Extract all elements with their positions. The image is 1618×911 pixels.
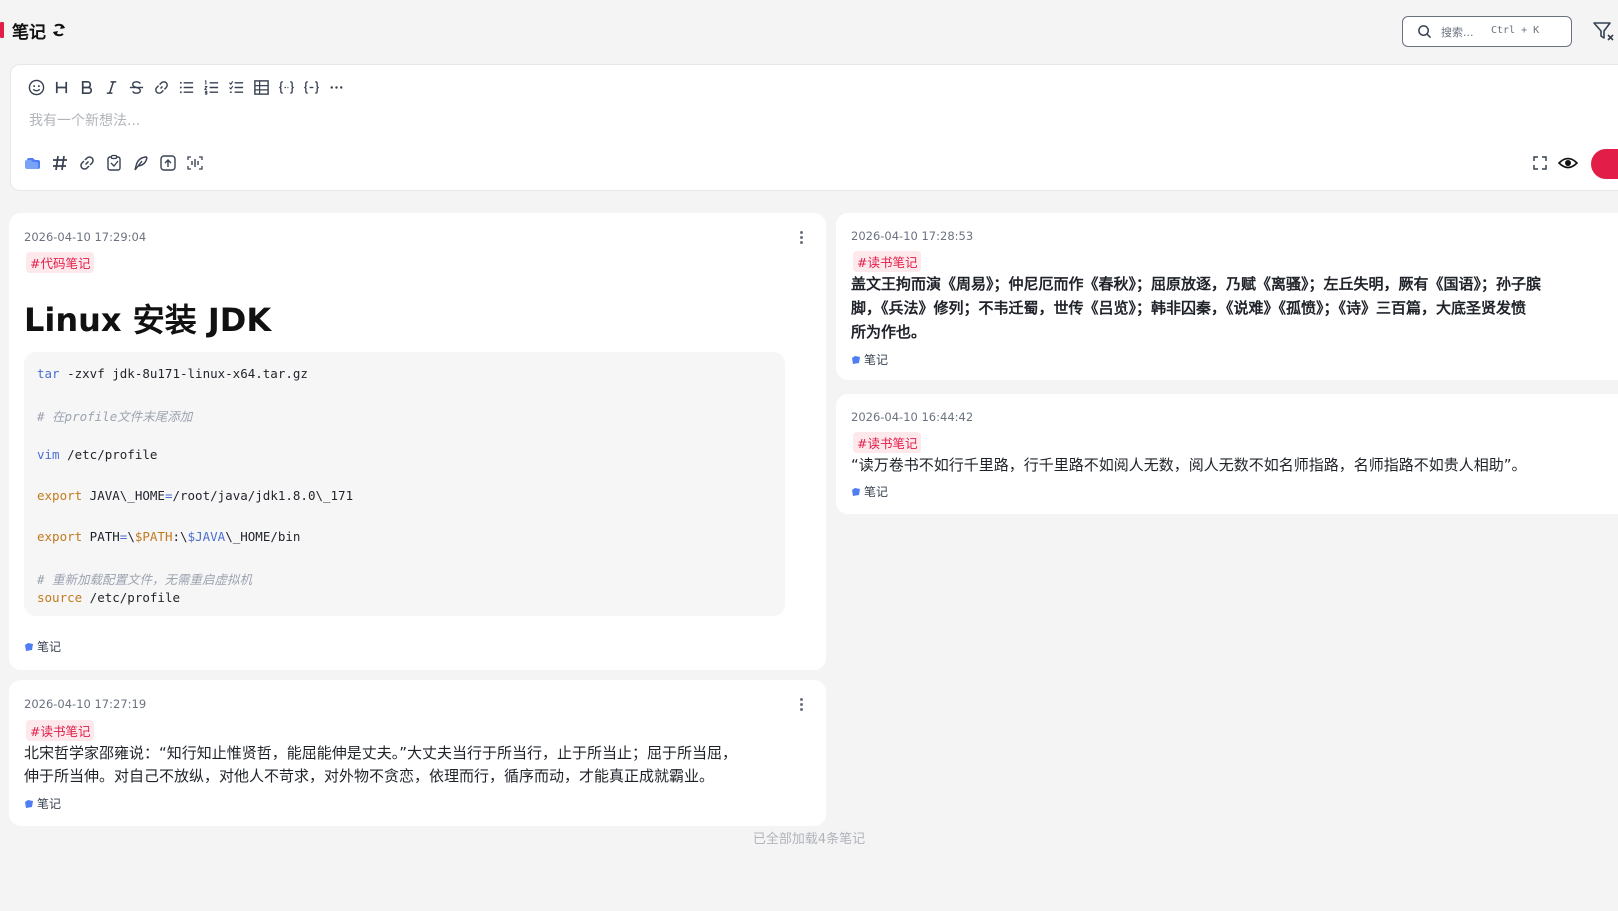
note-folder-label: 笔记 bbox=[864, 485, 889, 499]
emoji-button[interactable] bbox=[27, 75, 46, 99]
note-text-line: 脚，《兵法》修列；不韦迁蜀，世传《吕览》；韩非囚秦，《说难》《孤愤》；《诗》三百… bbox=[851, 299, 1527, 317]
send-button[interactable] bbox=[1591, 149, 1618, 179]
note-folder[interactable]: 笔记 bbox=[24, 795, 61, 812]
load-status: 已全部加载4条笔记 bbox=[752, 832, 866, 847]
note-folder[interactable]: 笔记 bbox=[851, 483, 888, 500]
code-line: vim /etc/profile bbox=[37, 447, 158, 462]
code-comment: # 重新加载配置文件，无需重启虚拟机 bbox=[37, 572, 253, 587]
clipboard-icon bbox=[106, 154, 121, 171]
title-accent-bar bbox=[0, 22, 4, 38]
header: 笔记 搜索... Ctrl + K bbox=[0, 0, 1618, 62]
italic-button[interactable] bbox=[102, 75, 121, 99]
more-options-icon[interactable] bbox=[800, 697, 804, 711]
attachment-button[interactable] bbox=[104, 153, 123, 172]
code-block-icon bbox=[303, 80, 320, 94]
note-tag[interactable]: #读书笔记 bbox=[853, 432, 922, 453]
format-toolbar bbox=[27, 75, 346, 99]
note-tag[interactable]: #代码笔记 bbox=[26, 252, 95, 273]
folder-icon bbox=[24, 157, 40, 169]
bold-button[interactable] bbox=[77, 75, 96, 99]
editor-placeholder[interactable]: 我有一个新想法... bbox=[29, 110, 140, 130]
ordered-list-button[interactable] bbox=[202, 75, 221, 99]
strikethrough-icon bbox=[129, 80, 144, 94]
note-text-line: “读万卷书不如行千里路，行千里路不如阅人无数，阅人无数不如名师指路，名师指路不如… bbox=[851, 456, 1527, 474]
note-timestamp: 2026-04-10 17:27:19 bbox=[24, 697, 147, 711]
editor-action-toolbar bbox=[23, 153, 204, 172]
emoji-icon bbox=[28, 79, 45, 95]
inline-code-icon bbox=[278, 80, 295, 94]
note-folder-label: 笔记 bbox=[37, 640, 62, 654]
hashtag-icon bbox=[52, 155, 67, 170]
more-horizontal-icon bbox=[330, 85, 343, 89]
ordered-list-icon bbox=[203, 79, 219, 95]
table-icon bbox=[254, 79, 269, 95]
note-folder-label: 笔记 bbox=[37, 797, 62, 811]
folder-button[interactable] bbox=[23, 153, 42, 172]
bullet-list-button[interactable] bbox=[177, 75, 196, 99]
insert-link-button[interactable] bbox=[77, 153, 96, 172]
draw-button[interactable] bbox=[131, 153, 150, 172]
note-card: 2026-04-10 17:29:04 #代码笔记 Linux 安装 JDK t… bbox=[9, 213, 826, 670]
folder-icon bbox=[852, 487, 860, 496]
upload-button[interactable] bbox=[158, 153, 177, 172]
note-tag[interactable]: #读书笔记 bbox=[853, 251, 922, 272]
inline-code-button[interactable] bbox=[277, 75, 296, 99]
note-card: 2026-04-10 17:27:19 #读书笔记 北宋哲学家邵雍说：“知行知止… bbox=[9, 680, 826, 826]
note-heading: Linux 安装 JDK bbox=[24, 301, 272, 339]
fullscreen-icon[interactable] bbox=[1533, 156, 1547, 170]
code-line: export PATH=\$PATH:\$JAVA\_HOME/bin bbox=[37, 529, 301, 544]
heading-button[interactable] bbox=[52, 75, 71, 99]
link-icon bbox=[155, 80, 168, 94]
more-options-icon[interactable] bbox=[800, 230, 804, 244]
task-list-icon bbox=[229, 80, 244, 93]
note-text-line: 所为作也。 bbox=[851, 323, 927, 341]
folder-icon bbox=[25, 642, 33, 651]
note-timestamp: 2026-04-10 17:28:53 bbox=[851, 229, 974, 243]
more-format-button[interactable] bbox=[327, 75, 346, 99]
code-comment: # 在profile文件末尾添加 bbox=[37, 409, 193, 424]
upload-icon bbox=[159, 154, 176, 171]
link-button[interactable] bbox=[152, 75, 171, 99]
search-icon bbox=[1418, 25, 1432, 39]
feather-icon bbox=[133, 155, 148, 170]
note-folder[interactable]: 笔记 bbox=[851, 351, 888, 368]
note-timestamp: 2026-04-10 17:29:04 bbox=[24, 230, 147, 244]
search-box[interactable]: 搜索... Ctrl + K bbox=[1402, 16, 1572, 47]
note-timestamp: 2026-04-10 16:44:42 bbox=[851, 410, 974, 424]
note-editor[interactable]: 我有一个新想法... bbox=[10, 64, 1618, 191]
bold-icon bbox=[81, 80, 93, 94]
folder-icon bbox=[25, 799, 33, 808]
task-list-button[interactable] bbox=[227, 75, 246, 99]
voice-button[interactable] bbox=[185, 153, 204, 172]
code-line: export JAVA\_HOME=/root/java/jdk1.8.0\_1… bbox=[37, 488, 354, 503]
code-block: tar -zxvf jdk-8u171-linux-x64.tar.gz # 在… bbox=[24, 352, 785, 616]
refresh-icon[interactable] bbox=[50, 20, 68, 40]
page-title: 笔记 bbox=[12, 23, 46, 43]
note-tag[interactable]: #读书笔记 bbox=[26, 720, 95, 741]
note-folder[interactable]: 笔记 bbox=[24, 638, 61, 655]
link-icon bbox=[79, 155, 94, 170]
note-folder-label: 笔记 bbox=[864, 353, 889, 367]
filter-icon[interactable] bbox=[1592, 20, 1614, 42]
note-text-line: 北宋哲学家邵雍说：“知行知止惟贤哲，能屈能伸是丈夫。”大丈夫当行于所当行，止于所… bbox=[24, 744, 738, 762]
tag-button[interactable] bbox=[50, 153, 69, 172]
strikethrough-button[interactable] bbox=[127, 75, 146, 99]
bullet-list-icon bbox=[179, 81, 194, 93]
search-shortcut: Ctrl + K bbox=[1491, 25, 1540, 36]
heading-icon bbox=[55, 81, 68, 93]
note-text-line: 盖文王拘而演《周易》；仲尼厄而作《春秋》；屈原放逐，乃赋《离骚》；左丘失明，厥有… bbox=[851, 275, 1542, 293]
search-placeholder: 搜索... bbox=[1441, 26, 1474, 39]
note-card: 2026-04-10 17:28:53 #读书笔记 盖文王拘而演《周易》；仲尼厄… bbox=[836, 213, 1618, 380]
note-text-line: 伸于所当伸。对自己不放纵，对他人不苛求，对外物不贪恋，依理而行，循序而动，才能真… bbox=[24, 767, 715, 785]
code-line: source /etc/profile bbox=[37, 590, 180, 605]
note-card: 2026-04-10 16:44:42 #读书笔记 “读万卷书不如行千里路，行千… bbox=[836, 394, 1618, 514]
voice-icon bbox=[186, 155, 203, 170]
table-button[interactable] bbox=[252, 75, 271, 99]
code-line: tar -zxvf jdk-8u171-linux-x64.tar.gz bbox=[37, 366, 308, 381]
italic-icon bbox=[106, 80, 117, 94]
folder-icon bbox=[852, 355, 860, 364]
code-block-button[interactable] bbox=[302, 75, 321, 99]
preview-eye-icon[interactable] bbox=[1558, 154, 1578, 172]
